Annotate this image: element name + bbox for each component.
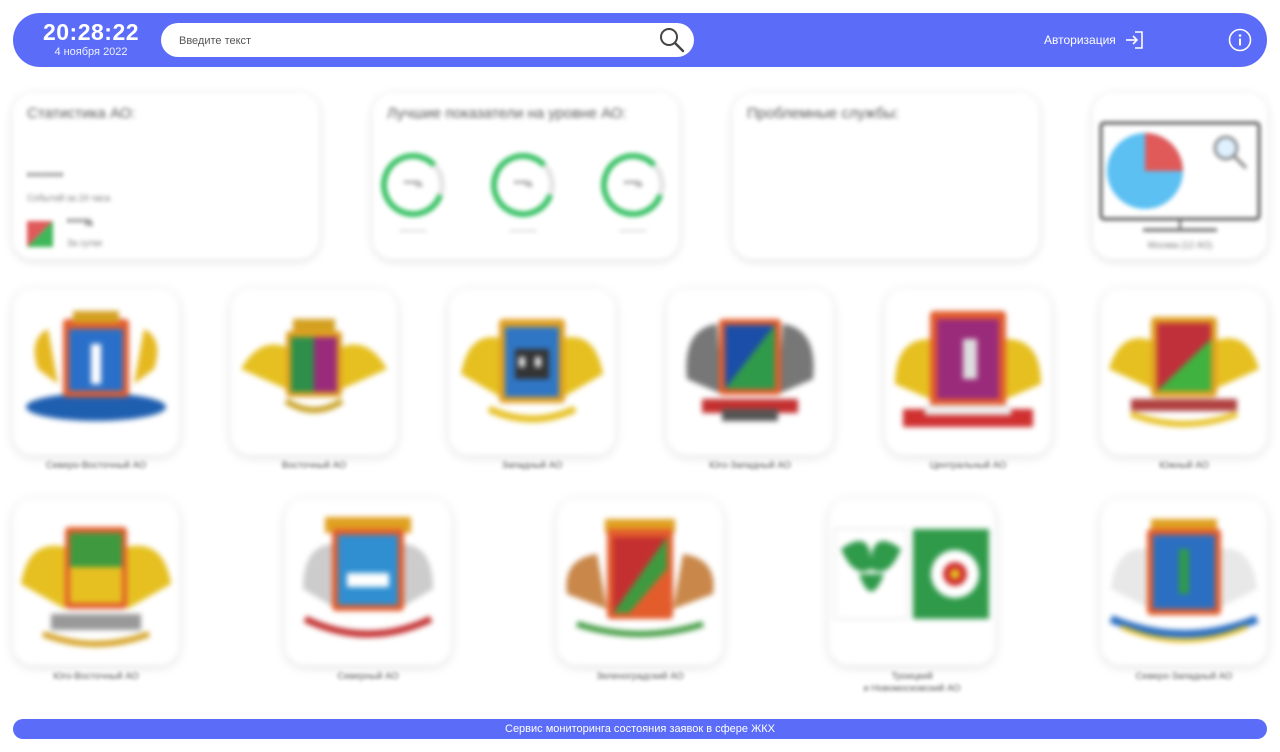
clock: 20:28:22 4 ноября 2022 [31, 19, 151, 59]
login-arrow-icon [1125, 31, 1143, 49]
auth-button[interactable]: Авторизация [1044, 30, 1144, 50]
ring-value-1: ***% [403, 179, 423, 189]
clock-time: 20:28:22 [42, 19, 140, 45]
footer-bar: Сервис мониторинга состояния заявок в сф… [13, 719, 1267, 739]
ring-label-2: ——— [509, 225, 537, 235]
district-tile-yuvao[interactable] [13, 499, 179, 665]
stats-card: Статистика АО: ******* Событий за 24 час… [13, 93, 319, 259]
district-tile-zao[interactable] [449, 289, 615, 455]
events-count: ******* [27, 171, 64, 183]
district-tile-zelao[interactable] [557, 499, 723, 665]
district-tile-szao[interactable] [1101, 499, 1267, 665]
district-label-sao: Северный АО [337, 671, 399, 682]
ring-label-1: ——— [399, 225, 427, 235]
district-tile-vao[interactable] [231, 289, 397, 455]
moscow-card[interactable]: Москва (12 АО) [1093, 93, 1267, 259]
events-caption: Событий за 24 часа [27, 193, 111, 203]
clock-date: 4 ноября 2022 [54, 46, 128, 58]
best-title: Лучшие показатели на уровне АО: [387, 105, 627, 122]
district-tile-yuzao[interactable] [667, 289, 833, 455]
problem-title: Проблемные службы: [747, 105, 900, 122]
district-tile-nevao[interactable] [13, 289, 179, 455]
trend-badge-icon [27, 221, 53, 247]
monitor-pie-icon [1099, 121, 1261, 232]
district-label-yao: Южный АО [1159, 460, 1209, 471]
district-label-nevao: Северо-Восточный АО [45, 460, 147, 471]
district-tile-tinao[interactable] [829, 499, 995, 665]
district-label-zelao: Зеленоградский АО [596, 671, 684, 682]
day-caption: За сутки [67, 238, 103, 248]
ring-label-3: ——— [619, 225, 647, 235]
district-label-cao: Центральный АО [929, 460, 1007, 471]
day-percent: ***% [67, 217, 94, 229]
search-input[interactable] [177, 23, 651, 59]
best-indicators-card: Лучшие показатели на уровне АО: ***% ———… [373, 93, 679, 259]
ring-chart-1: ***% [379, 151, 447, 219]
district-label-vao: Восточный АО [281, 460, 347, 471]
top-bar: 20:28:22 4 ноября 2022 Авторизация [13, 13, 1267, 67]
district-label-tinao: Троицкий и Новомосковский АО [822, 671, 1002, 695]
auth-label: Авторизация [1044, 33, 1116, 47]
district-label-tinao-line2: и Новомосковский АО [863, 683, 961, 694]
district-label-tinao-line1: Троицкий [891, 671, 933, 682]
ring-chart-3: ***% [599, 151, 667, 219]
ring-value-3: ***% [623, 179, 643, 189]
search-icon[interactable] [658, 26, 686, 54]
moscow-caption: Москва (12 АО) [1147, 240, 1213, 250]
district-tile-yao[interactable] [1101, 289, 1267, 455]
district-label-zao: Западный АО [501, 460, 563, 471]
district-label-yuvao: Юго-Восточный АО [53, 671, 139, 682]
search-box [161, 23, 694, 59]
ring-value-2: ***% [513, 179, 533, 189]
stats-title: Статистика АО: [27, 105, 136, 122]
district-label-yuzao: Юго-Западный АО [709, 460, 791, 471]
district-tile-cao[interactable] [885, 289, 1051, 455]
district-tile-sao[interactable] [285, 499, 451, 665]
ring-chart-2: ***% [489, 151, 557, 219]
district-label-szao: Северо-Западный АО [1135, 671, 1233, 682]
info-icon[interactable] [1228, 28, 1252, 52]
problem-services-card: Проблемные службы: [733, 93, 1039, 259]
